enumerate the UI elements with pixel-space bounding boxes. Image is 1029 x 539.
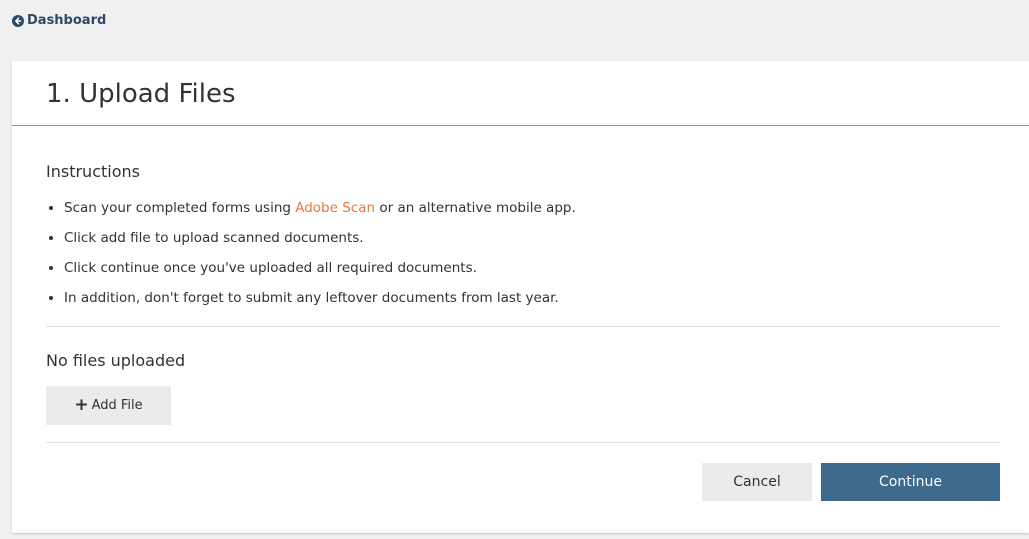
continue-button[interactable]: Continue	[821, 463, 1000, 501]
instructions-list: Scan your completed forms using Adobe Sc…	[46, 197, 576, 317]
instruction-item-leftover: In addition, don't forget to submit any …	[46, 287, 576, 317]
instruction-item-scan: Scan your completed forms using Adobe Sc…	[46, 197, 576, 227]
plus-icon: +	[74, 395, 89, 415]
adobe-scan-link[interactable]: Adobe Scan	[295, 200, 375, 216]
no-files-message: No files uploaded	[46, 351, 186, 370]
card-header: 1. Upload Files	[12, 61, 1029, 126]
section-divider	[46, 326, 1000, 327]
instruction-scan-suffix: or an alternative mobile app.	[375, 200, 576, 216]
dashboard-back-link[interactable]: Dashboard	[12, 13, 106, 28]
cancel-button[interactable]: Cancel	[702, 463, 812, 501]
add-file-label: Add File	[91, 398, 143, 413]
instruction-item-add-file: Click add file to upload scanned documen…	[46, 227, 576, 257]
top-bar: Dashboard	[0, 0, 1029, 48]
dashboard-link-label: Dashboard	[27, 13, 107, 28]
arrow-circle-left-icon	[12, 14, 24, 27]
page-title: 1. Upload Files	[46, 79, 236, 109]
add-file-button[interactable]: + Add File	[46, 386, 171, 425]
instruction-item-continue: Click continue once you've uploaded all …	[46, 257, 576, 287]
instructions-heading: Instructions	[46, 162, 140, 181]
upload-files-card: 1. Upload Files Instructions Scan your c…	[12, 61, 1029, 533]
instruction-scan-prefix: Scan your completed forms using	[64, 200, 296, 216]
actions-divider	[46, 442, 1000, 443]
